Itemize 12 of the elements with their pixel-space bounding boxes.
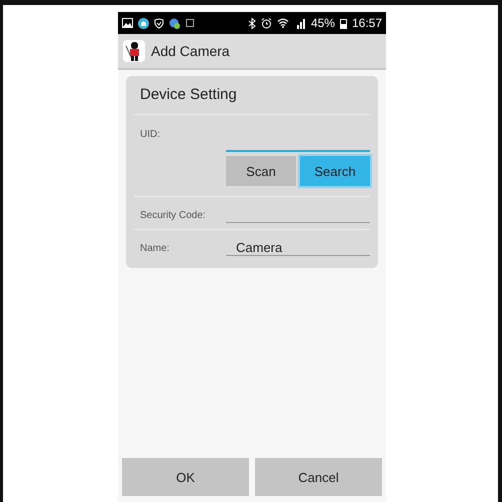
field-label: Name: (139, 242, 170, 254)
clock-time: 16:57 (352, 16, 382, 30)
field-label: UID: (139, 129, 161, 140)
action-button[interactable]: Search (300, 156, 370, 186)
field-label: Security Code: (139, 210, 207, 220)
action-button[interactable]: Scan (226, 156, 296, 186)
screen-title: Add Camera (151, 43, 230, 59)
dialog-button[interactable]: Cancel (255, 458, 382, 496)
battery-percent: 45% (310, 16, 335, 30)
card-title: Device Setting (139, 85, 238, 105)
dialog-button[interactable]: OK (122, 458, 249, 496)
name-field[interactable]: Camera (226, 240, 370, 256)
